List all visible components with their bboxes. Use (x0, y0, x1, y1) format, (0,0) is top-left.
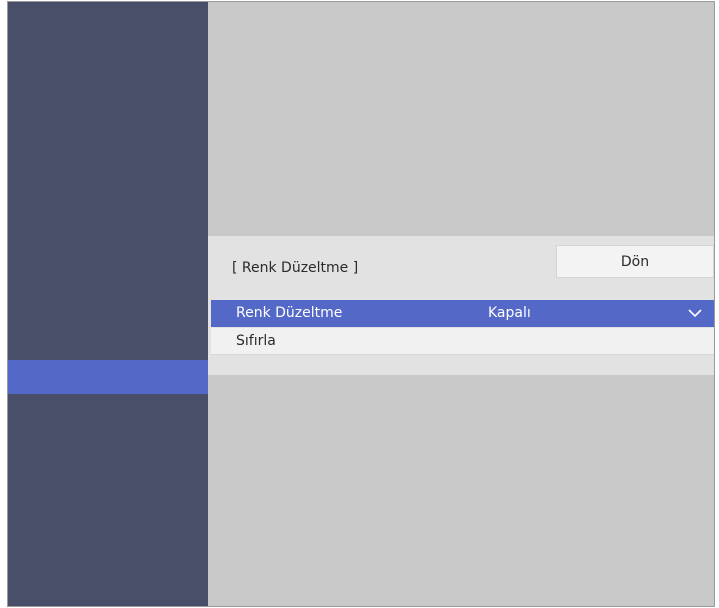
menu-row-label: Sıfırla (236, 333, 276, 349)
menu-row-value: Kapalı (488, 305, 531, 321)
panel-title: [ Renk Düzeltme ] (232, 260, 359, 276)
color-correction-panel: [ Renk Düzeltme ] Dön Renk Düzeltme Kapa… (208, 236, 714, 375)
projector-menu-screen: [ Renk Düzeltme ] Dön Renk Düzeltme Kapa… (7, 1, 715, 607)
menu-row-label: Renk Düzeltme (236, 305, 343, 321)
sidebar (8, 2, 208, 606)
chevron-down-icon[interactable] (688, 306, 702, 320)
menu-row-color-correction[interactable]: Renk Düzeltme Kapalı (211, 300, 714, 327)
sidebar-selected-item[interactable] (8, 360, 208, 394)
menu-row-reset[interactable]: Sıfırla (211, 328, 714, 355)
back-button[interactable]: Dön (556, 245, 714, 278)
main-area: [ Renk Düzeltme ] Dön Renk Düzeltme Kapa… (208, 2, 714, 606)
